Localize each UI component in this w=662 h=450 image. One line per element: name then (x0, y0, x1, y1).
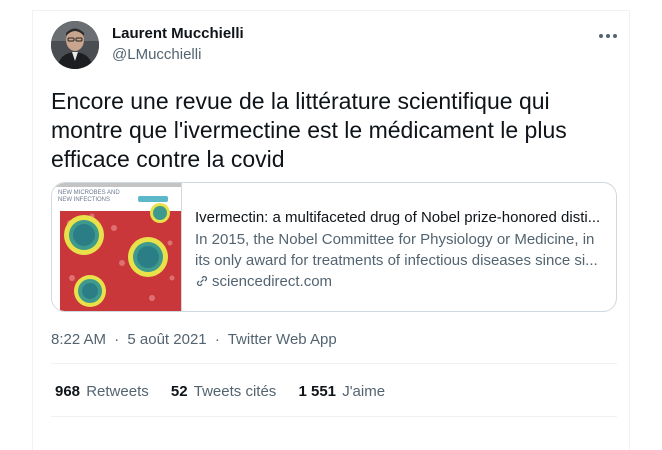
likes-stat[interactable]: 1 551 J'aime (298, 383, 385, 400)
card-domain: sciencedirect.com (195, 273, 332, 290)
meta-separator-2: · (214, 331, 220, 348)
author-handle[interactable]: @LMucchielli (112, 46, 201, 63)
meta-separator: · (114, 331, 120, 348)
retweets-label: Retweets (86, 383, 149, 400)
avatar[interactable] (51, 21, 99, 69)
card-description-line1: In 2015, the Nobel Committee for Physiol… (195, 231, 595, 248)
link-card[interactable]: NEW MICROBES AND NEW INFECTIONS Ivermect… (51, 182, 617, 312)
avatar-photo (51, 21, 99, 69)
more-options-button[interactable] (594, 26, 622, 46)
card-domain-text: sciencedirect.com (212, 273, 333, 290)
card-title: Ivermectin: a multifaceted drug of Nobel… (195, 209, 601, 226)
likes-label: J'aime (342, 383, 386, 400)
retweets-count: 968 (55, 383, 81, 400)
engagement-stats: 968 Retweets 52 Tweets cités 1 551 J'aim… (55, 383, 403, 400)
quote-tweets-count: 52 (170, 383, 188, 400)
card-description-line2: its only award for treatments of infecti… (195, 252, 598, 269)
author-name[interactable]: Laurent Mucchielli (112, 25, 244, 42)
divider (51, 363, 617, 364)
tweet-date[interactable]: 5 août 2021 (127, 331, 206, 348)
quote-tweets-label: Tweets cités (193, 383, 277, 400)
quote-tweets-stat[interactable]: 52 Tweets cités (171, 383, 276, 400)
more-horizontal-icon (599, 34, 617, 38)
card-thumbnail: NEW MICROBES AND NEW INFECTIONS (52, 183, 182, 311)
thumb-header-line1: NEW MICROBES AND (58, 190, 120, 196)
tweet-metadata: 8:22 AM · 5 août 2021 · Twitter Web App (51, 331, 337, 348)
tweet-text: Encore une revue de la littérature scien… (51, 88, 567, 172)
retweets-stat[interactable]: 968 Retweets (55, 383, 149, 400)
likes-count: 1 551 (298, 383, 337, 400)
tweet-source[interactable]: Twitter Web App (228, 331, 337, 348)
divider-bottom (51, 416, 617, 417)
journal-cover-image: NEW MICROBES AND NEW INFECTIONS (52, 183, 181, 311)
thumb-header-line2: NEW INFECTIONS (58, 197, 110, 203)
link-icon (196, 275, 208, 287)
tweet-time[interactable]: 8:22 AM (51, 331, 106, 348)
